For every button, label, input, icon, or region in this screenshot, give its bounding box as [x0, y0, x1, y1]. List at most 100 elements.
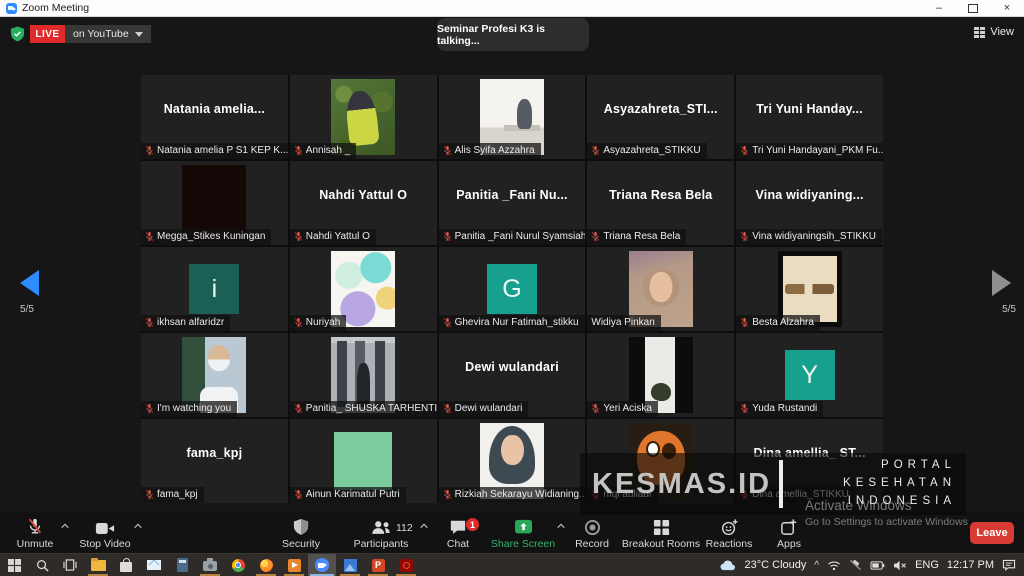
powerpoint-icon: P [372, 559, 385, 572]
participant-tile[interactable]: Vina widiyaning... Vina widiyaningsih_ST… [736, 161, 883, 245]
participant-display-name: Natania amelia... [143, 102, 286, 116]
view-button[interactable]: View [974, 26, 1014, 38]
participant-name-text: Dewi wulandari [455, 403, 523, 414]
participant-name-text: Annisah _ [306, 145, 350, 156]
muted-mic-icon [294, 403, 303, 414]
encryption-shield-icon[interactable] [10, 26, 25, 42]
taskbar-zoom-active[interactable] [308, 554, 336, 576]
page-indicator-left: 5/5 [20, 304, 58, 315]
taskbar-powerpoint[interactable]: P [364, 554, 392, 576]
participant-name-label: Yeri Aciska [587, 401, 658, 417]
participant-display-name: fama_kpj [143, 446, 286, 460]
task-view-button[interactable] [56, 554, 84, 576]
firefox-icon [260, 559, 273, 572]
participant-tile[interactable]: Rizkiah Sekarayu Widianing... [439, 419, 586, 503]
search-icon [36, 559, 49, 572]
participant-name-label: Tri Yuni Handayani_PKM Fu... [736, 143, 883, 159]
leave-button[interactable]: Leave [970, 522, 1014, 544]
participant-tile[interactable]: Yeri Aciska [587, 333, 734, 417]
pen-disabled-icon[interactable] [849, 559, 862, 571]
speaker-muted-icon[interactable] [893, 560, 907, 571]
taskbar-mail[interactable] [140, 554, 168, 576]
weather-cloud-icon[interactable] [720, 560, 736, 571]
participant-avatar: Y [785, 350, 835, 400]
participant-tile[interactable]: Asyazahreta_STI... Asyazahreta_STIKKU [587, 75, 734, 159]
participant-name-text: Megga_Stikes Kuningan [157, 231, 265, 242]
next-page-control[interactable]: 5/5 [976, 270, 1016, 315]
participant-tile[interactable]: Nuriyah [290, 247, 437, 331]
participant-display-name: Asyazahreta_STI... [589, 102, 732, 116]
participant-tile[interactable]: I'm watching you [141, 333, 288, 417]
participant-tile[interactable]: Panitia _Fani Nu... Panitia _Fani Nurul … [439, 161, 586, 245]
start-button[interactable] [0, 554, 28, 576]
apps-icon [780, 518, 798, 536]
wifi-icon[interactable] [827, 560, 841, 571]
participant-tile[interactable]: Megga_Stikes Kuningan [141, 161, 288, 245]
security-button[interactable]: Security [256, 516, 346, 550]
participant-tile[interactable]: Annisah _ [290, 75, 437, 159]
taskbar-acrobat[interactable] [392, 554, 420, 576]
participant-avatar: i [189, 264, 239, 314]
taskbar-file-explorer[interactable] [84, 554, 112, 576]
grid-view-icon [974, 27, 985, 38]
participant-tile[interactable]: Alis Syifa Azzahra [439, 75, 586, 159]
participant-name-label: Triana Resa Bela [587, 229, 686, 245]
weather-text[interactable]: 23°C Cloudy [744, 559, 806, 571]
muted-mic-icon [591, 231, 600, 242]
taskbar-photos[interactable] [336, 554, 364, 576]
muted-mic-icon [591, 403, 600, 414]
participant-name-text: Ghevira Nur Fatimah_stikku [455, 317, 579, 328]
participant-tile[interactable]: Dewi wulandari Dewi wulandari [439, 333, 586, 417]
participant-tile[interactable]: Besta Alzahra [736, 247, 883, 331]
page-indicator-right: 5/5 [976, 304, 1016, 315]
meeting-topbar: LIVE on YouTube Seminar Profesi K3 is ta… [0, 17, 1024, 56]
taskbar-media-player[interactable] [280, 554, 308, 576]
participant-tile[interactable]: Panitia_ SHUSKA TARHENTI... [290, 333, 437, 417]
close-button[interactable]: × [990, 0, 1024, 16]
participant-name-text: Triana Resa Bela [603, 231, 680, 242]
taskbar-firefox[interactable] [252, 554, 280, 576]
participant-name-text: Nahdi Yattul O [306, 231, 370, 242]
taskbar-microsoft-store[interactable] [112, 554, 140, 576]
participant-name-label: Besta Alzahra [736, 315, 820, 331]
participant-name-text: Alis Syifa Azzahra [455, 145, 535, 156]
kesmas-tagline: PORTAL KESEHATAN INDONESIA [793, 457, 966, 510]
participant-tile[interactable]: Y Yuda Rustandi [736, 333, 883, 417]
participant-tile[interactable]: Widiya Pinkan [587, 247, 734, 331]
participant-tile[interactable]: G Ghevira Nur Fatimah_stikku [439, 247, 586, 331]
clock[interactable]: 12:17 PM [947, 559, 994, 571]
camera-icon [95, 521, 115, 536]
participant-name-label: fama_kpj [141, 487, 204, 503]
tray-overflow-caret[interactable]: ^ [814, 560, 819, 571]
shield-icon [293, 518, 309, 536]
stream-target-dropdown[interactable]: on YouTube [65, 25, 151, 43]
muted-mic-icon [294, 231, 303, 242]
taskbar-camera[interactable] [196, 554, 224, 576]
previous-page-control[interactable]: 5/5 [18, 270, 58, 315]
stop-video-options-caret[interactable] [133, 522, 143, 530]
participant-name-label: Ghevira Nur Fatimah_stikku [439, 315, 585, 331]
apps-button[interactable]: Apps [744, 516, 834, 550]
language-indicator[interactable]: ENG [915, 559, 939, 571]
taskbar-calculator[interactable] [168, 554, 196, 576]
battery-icon[interactable] [870, 561, 885, 570]
participant-tile[interactable]: fama_kpj fama_kpj [141, 419, 288, 503]
participant-name-label: Nuriyah [290, 315, 346, 331]
minimize-button[interactable]: – [922, 0, 956, 16]
participant-name-text: Tri Yuni Handayani_PKM Fu... [752, 145, 883, 156]
participant-tile[interactable]: Nahdi Yattul O Nahdi Yattul O [290, 161, 437, 245]
action-center-icon[interactable] [1002, 559, 1016, 571]
maximize-button[interactable] [956, 0, 990, 16]
participant-tile[interactable]: i ikhsan alfaridzr [141, 247, 288, 331]
participant-name-label: Widiya Pinkan [587, 315, 660, 331]
taskbar-chrome[interactable] [224, 554, 252, 576]
participant-tile[interactable]: Tri Yuni Handay... Tri Yuni Handayani_PK… [736, 75, 883, 159]
taskbar-search-button[interactable] [28, 554, 56, 576]
participant-tile[interactable]: Triana Resa Bela Triana Resa Bela [587, 161, 734, 245]
participant-name-text: Asyazahreta_STIKKU [603, 145, 700, 156]
participant-name-text: ikhsan alfaridzr [157, 317, 224, 328]
kesmas-watermark-overlay: KESMAS.ID PORTAL KESEHATAN INDONESIA [580, 453, 966, 515]
participant-tile[interactable]: Natania amelia... Natania amelia P S1 KE… [141, 75, 288, 159]
participant-name-label: Vina widiyaningsih_STIKKU [736, 229, 882, 245]
participant-tile[interactable]: Ainun Karimatul Putri [290, 419, 437, 503]
